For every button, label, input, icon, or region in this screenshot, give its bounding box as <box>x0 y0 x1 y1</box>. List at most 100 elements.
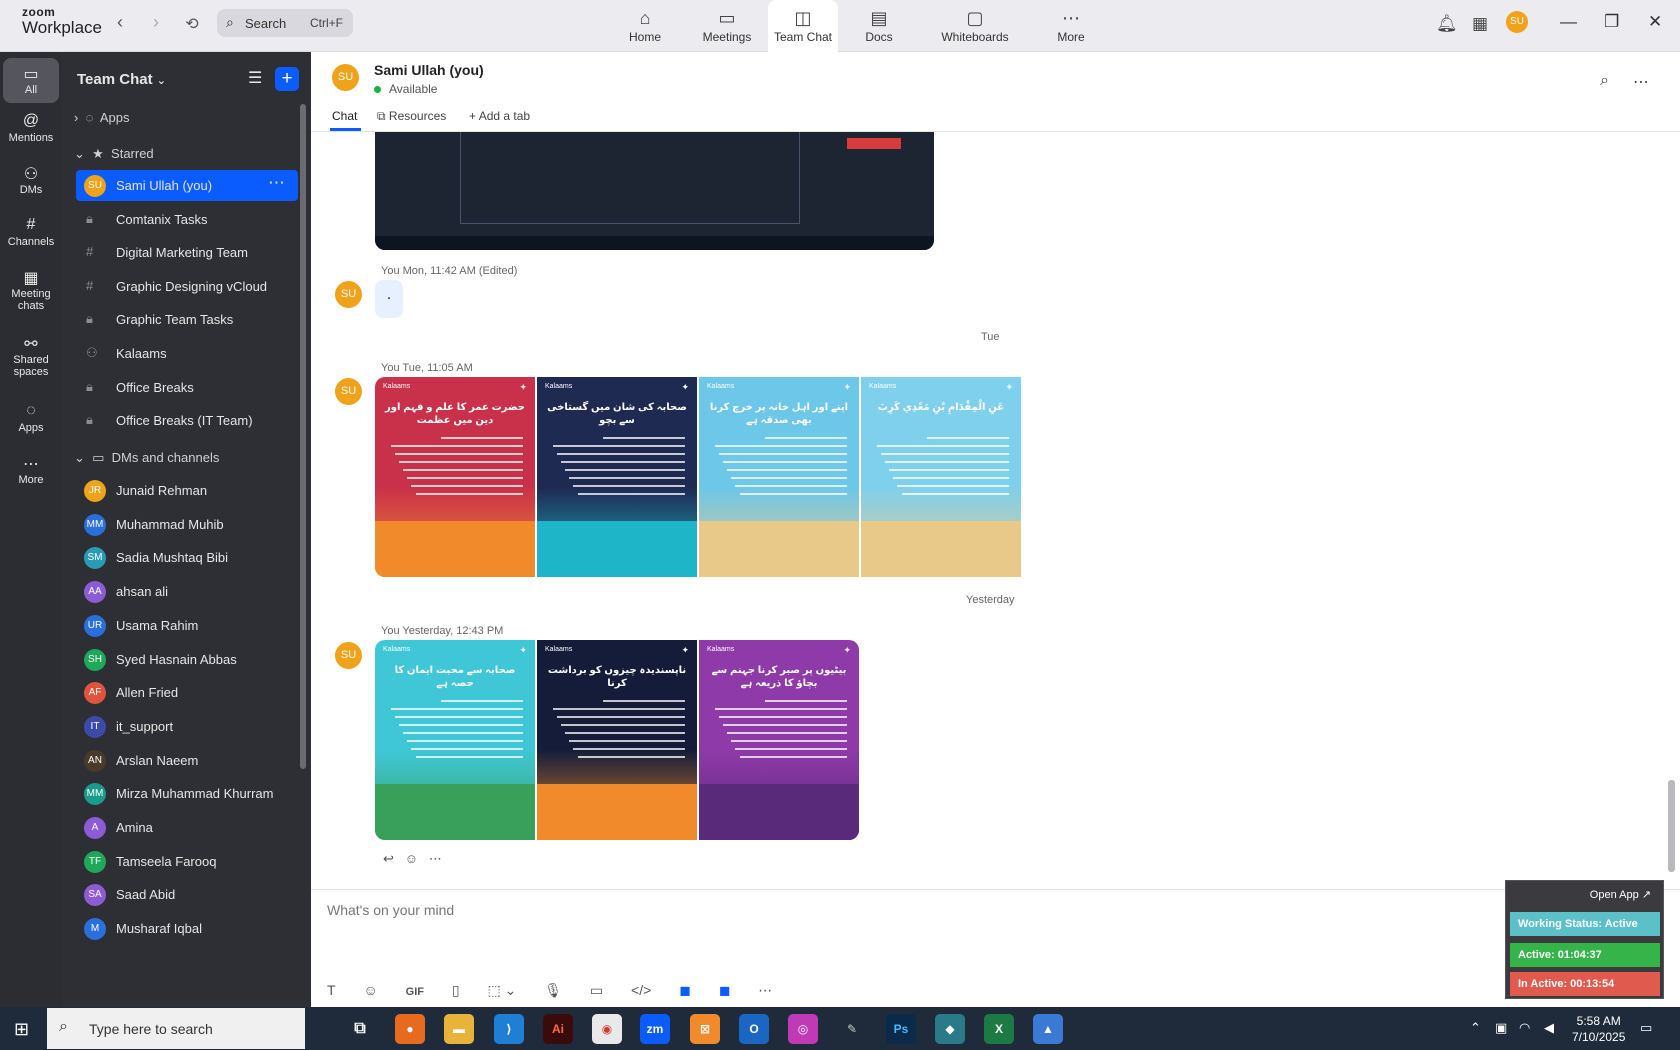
tab-resources[interactable]: ⧉ Resources <box>377 109 446 124</box>
network-icon[interactable]: ▣ <box>1495 1020 1507 1036</box>
sidebar-item[interactable]: AF Allen Fried <box>76 677 298 708</box>
sidebar-item[interactable]: 🔒︎ Office Breaks <box>76 372 298 403</box>
sidebar-item[interactable]: 🔒︎ Office Breaks (IT Team) <box>76 405 298 436</box>
rail-all[interactable]: ▭ All <box>3 58 59 103</box>
excel-icon[interactable]: X <box>984 1014 1014 1044</box>
rail-mentions[interactable]: @ Mentions <box>3 112 59 144</box>
sidebar-item[interactable]: IT it_support <box>76 711 298 742</box>
emoji-icon[interactable]: ☺ <box>405 851 418 866</box>
outlook-icon[interactable]: O <box>739 1014 769 1044</box>
section-apps[interactable]: › ◌ Apps <box>74 110 129 125</box>
image-card[interactable]: Kalaams ✦ عَنِ الْمِقْدَامِ بْنِ مَعْدِي ك… <box>861 377 1021 577</box>
image-card[interactable]: Kalaams ✦ صحابہ سے محبت ایمان کا حصہ ہے <box>375 640 535 840</box>
new-chat-button[interactable]: + <box>275 67 299 91</box>
sidebar-item[interactable]: # Digital Marketing Team <box>76 237 298 268</box>
image-card[interactable]: Kalaams ✦ ناپسندیدہ چیزوں کو برداشت کرنا <box>537 640 697 840</box>
zoom-taskbar-icon[interactable]: zm <box>640 1014 670 1044</box>
sidebar-item[interactable]: SU Sami Ullah (you) ⋯ <box>76 170 298 201</box>
text-format-icon[interactable]: T <box>327 982 336 998</box>
tab-meetings[interactable]: ▭ Meetings <box>686 0 768 52</box>
task-view-icon[interactable]: ⧉ <box>345 1014 375 1044</box>
tab-team-chat[interactable]: ◫ Team Chat <box>768 0 838 52</box>
rail-channels[interactable]: # Channels <box>3 216 59 248</box>
chevron-up-icon[interactable]: ⌃ <box>1470 1020 1481 1036</box>
reply-icon[interactable]: ↩ <box>383 851 394 866</box>
close-icon[interactable]: ✕ <box>1648 12 1662 32</box>
tab-chat[interactable]: Chat <box>332 109 357 123</box>
tab-docs[interactable]: ▤ Docs <box>838 0 920 52</box>
app-icon[interactable]: ◼ <box>719 982 731 999</box>
forward-icon[interactable]: › <box>146 12 166 33</box>
history-icon[interactable]: ⟲ <box>182 14 202 34</box>
app-icon[interactable]: ◼ <box>679 982 691 999</box>
sidebar-item[interactable]: # Graphic Designing vCloud <box>76 271 298 302</box>
add-tab-button[interactable]: + Add a tab <box>469 109 530 123</box>
more-icon[interactable]: ⋯ <box>268 173 286 193</box>
image-card[interactable]: Kalaams ✦ اپنے اور اہل خانہ پر خرچ کرنا بھ… <box>699 377 859 577</box>
back-icon[interactable]: ‹ <box>110 12 130 33</box>
more-icon[interactable]: ⋯ <box>429 851 442 866</box>
sidebar-item[interactable]: M Musharaf Iqbal <box>76 913 298 944</box>
minimize-icon[interactable]: — <box>1560 12 1577 32</box>
screenshot-icon[interactable]: ⬚ ⌄ <box>487 982 516 999</box>
sidebar-item[interactable]: TF Tamseela Farooq <box>76 846 298 877</box>
chat-title[interactable]: Sami Ullah (you) <box>374 62 484 78</box>
microphone-icon[interactable]: 🎙︎ <box>544 982 562 999</box>
shared-screenshot-image[interactable] <box>375 132 934 250</box>
more-icon[interactable]: ⋯ <box>758 982 772 999</box>
video-message-icon[interactable]: ▭ <box>590 982 603 999</box>
gif-icon[interactable]: GIF <box>406 986 424 998</box>
sidebar-item[interactable]: 🔒︎ Comtanix Tasks <box>76 204 298 235</box>
calendar-icon[interactable]: ▦ <box>1472 14 1488 34</box>
filter-icon[interactable]: ☰ <box>248 68 262 88</box>
more-icon[interactable]: ⋯ <box>1633 72 1649 92</box>
rail-meeting-chats[interactable]: ▦ Meeting chats <box>3 268 59 312</box>
file-explorer-icon[interactable]: ▬ <box>444 1014 474 1044</box>
user-avatar[interactable]: SU <box>1506 11 1528 33</box>
tab-whiteboards[interactable]: ▢ Whiteboards <box>920 0 1030 52</box>
search-box[interactable]: ⌕ Search Ctrl+F <box>217 9 353 37</box>
tab-more[interactable]: ⋯ More <box>1030 0 1112 52</box>
taskbar-search[interactable]: ⌕ Type here to search <box>47 1008 305 1049</box>
tab-home[interactable]: ⌂ Home <box>604 0 686 52</box>
section-starred[interactable]: ⌄ ★ Starred <box>74 146 154 162</box>
search-icon[interactable]: ⌕ <box>1600 72 1609 90</box>
sidebar-title[interactable]: Team Chat ⌄ <box>77 71 166 88</box>
taskbar-clock[interactable]: 5:58 AM 7/10/2025 <box>1572 1013 1625 1045</box>
firefox-icon[interactable]: ● <box>395 1014 425 1044</box>
sidebar-item[interactable]: 🔒︎ Graphic Team Tasks <box>76 304 298 335</box>
message-bubble[interactable]: . <box>375 280 403 318</box>
message-input[interactable]: What's on your mind <box>327 902 454 918</box>
chrome-icon[interactable]: ◉ <box>592 1014 622 1044</box>
open-app-link[interactable]: Open App ↗ <box>1590 888 1651 901</box>
image-viewer-icon[interactable]: ▲ <box>1033 1014 1063 1044</box>
sidebar-item[interactable]: SM Sadia Mushtaq Bibi <box>76 542 298 573</box>
sidebar-item[interactable]: SH Syed Hasnain Abbas <box>76 644 298 675</box>
notification-icon[interactable]: ▭ <box>1640 1020 1652 1036</box>
image-card[interactable]: Kalaams ✦ حضرت عمر کا علم و فہم اور دین می… <box>375 377 535 577</box>
illustrator-icon[interactable]: Ai <box>543 1014 573 1044</box>
sidebar-item[interactable]: UR Usama Rahim <box>76 610 298 641</box>
vscode-icon[interactable]: ⟩ <box>494 1014 524 1044</box>
image-gallery[interactable]: Kalaams ✦ صحابہ سے محبت ایمان کا حصہ ہے Kal… <box>375 640 859 840</box>
chat-scrollbar[interactable] <box>1668 780 1675 872</box>
creative-cloud-icon[interactable]: ◎ <box>788 1014 818 1044</box>
volume-icon[interactable]: ◀︎ <box>1544 1020 1554 1036</box>
sidebar-scrollbar[interactable] <box>300 104 306 769</box>
sidebar-item[interactable]: MM Mirza Muhammad Khurram <box>76 778 298 809</box>
rail-shared-spaces[interactable]: ⚯ Shared spaces <box>3 334 59 378</box>
maximize-icon[interactable]: ❐ <box>1604 12 1619 32</box>
sidebar-item[interactable]: A Amina <box>76 812 298 843</box>
image-card[interactable]: Kalaams ✦ صحابہ کی شان میں گستاخی سے بچو <box>537 377 697 577</box>
sidebar-item[interactable]: AN Arslan Naeem <box>76 745 298 776</box>
sidebar-item[interactable]: JR Junaid Rehman <box>76 475 298 506</box>
photoshop-icon[interactable]: Ps <box>886 1014 916 1044</box>
image-gallery[interactable]: Kalaams ✦ حضرت عمر کا علم و فہم اور دین می… <box>375 377 1061 577</box>
sidebar-item[interactable]: AA ahsan ali <box>76 576 298 607</box>
bell-icon[interactable]: 🔔︎ <box>1436 14 1458 34</box>
emoji-icon[interactable]: ☺ <box>363 982 377 998</box>
wifi-icon[interactable]: ◠ <box>1519 1020 1530 1036</box>
pen-tool-icon[interactable]: ✎ <box>837 1014 867 1044</box>
app-icon[interactable]: ◆ <box>935 1014 965 1044</box>
sidebar-item[interactable]: MM Muhammad Muhib <box>76 509 298 540</box>
